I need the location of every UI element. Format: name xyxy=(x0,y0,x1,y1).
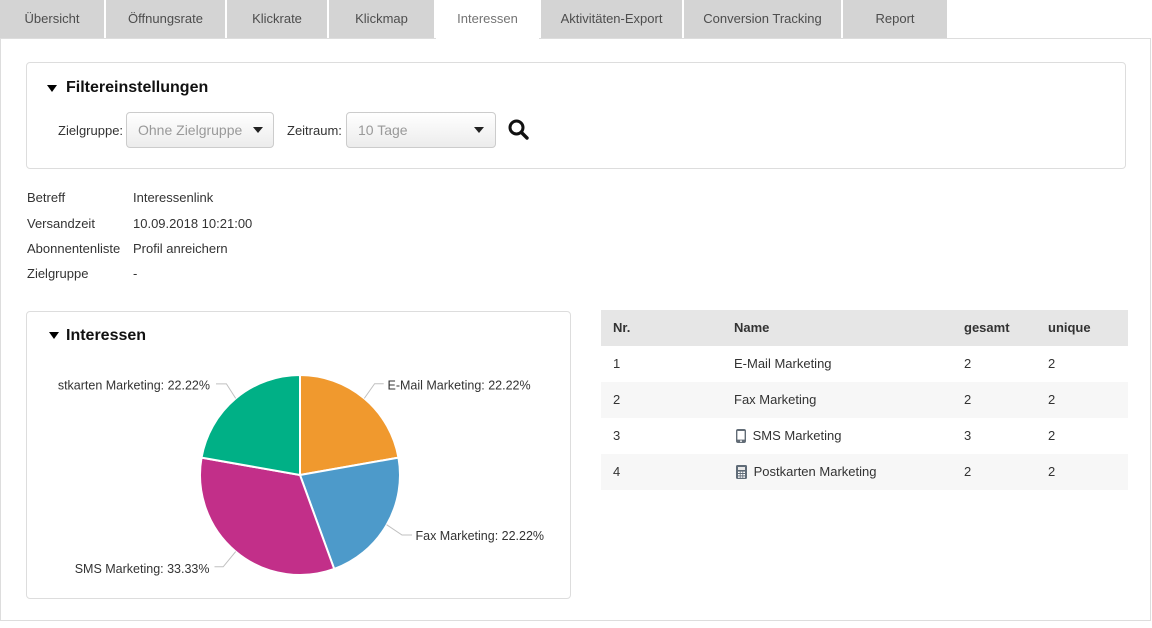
svg-text:Fax Marketing: 22.22%: Fax Marketing: 22.22% xyxy=(416,529,545,543)
svg-text:SMS Marketing: 33.33%: SMS Marketing: 33.33% xyxy=(75,562,210,576)
svg-text:stkarten Marketing: 22.22%: stkarten Marketing: 22.22% xyxy=(58,379,210,393)
svg-text:E-Mail Marketing: 22.22%: E-Mail Marketing: 22.22% xyxy=(388,379,531,393)
